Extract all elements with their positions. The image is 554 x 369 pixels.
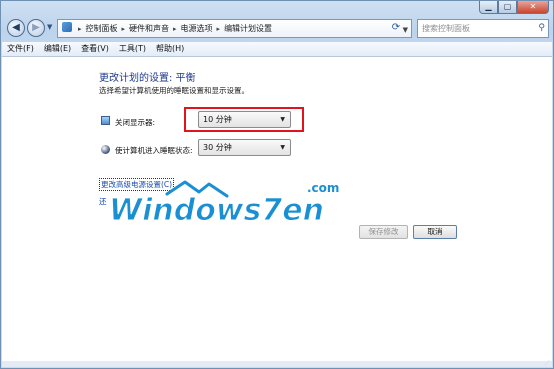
- search-icon[interactable]: ⚲: [538, 20, 545, 37]
- address-bar[interactable]: ▸ 控制面板 ▸ 硬件和声音 ▸ 电源选项 ▸ 编辑计划设置 ▼: [57, 19, 412, 38]
- chevron-right-icon: ▸: [121, 25, 126, 33]
- menu-tools[interactable]: 工具(T): [114, 42, 151, 56]
- page-subtitle: 选择希望计算机使用的睡眠设置和显示设置。: [99, 86, 249, 95]
- control-panel-window: ▁ ▢ ✕ ◀ ▶ ▼ ▸ 控制面板 ▸ 硬件和声音 ▸ 电源选项 ▸ 编辑计划设置 ▼ ⟳ …: [0, 0, 554, 369]
- content-pane: 更改计划的设置: 平衡 选择希望计算机使用的睡眠设置和显示设置。 关闭显示器: …: [2, 57, 552, 361]
- recent-pages-dropdown-icon[interactable]: ▼: [47, 23, 52, 31]
- sleep-select[interactable]: 30 分钟 ▼: [198, 139, 291, 156]
- back-button[interactable]: ◀: [7, 19, 25, 37]
- minimize-button[interactable]: ▁: [479, 1, 498, 14]
- control-panel-icon: [62, 22, 72, 32]
- breadcrumb-edit-plan-settings[interactable]: 编辑计划设置: [224, 24, 272, 33]
- chevron-right-icon: ▸: [78, 25, 82, 33]
- breadcrumb-hardware-sound[interactable]: 硬件和声音: [129, 24, 169, 33]
- breadcrumb-power-options[interactable]: 电源选项: [181, 24, 213, 33]
- menu-file[interactable]: 文件(F): [2, 42, 39, 56]
- breadcrumb-control-panel[interactable]: 控制面板: [86, 24, 118, 33]
- sleep-value: 30 分钟: [203, 143, 232, 152]
- dropdown-arrow-icon: ▼: [280, 144, 285, 151]
- forward-button[interactable]: ▶: [27, 19, 45, 37]
- save-changes-button[interactable]: 保存修改: [359, 225, 408, 239]
- status-bar: ⋰: [2, 360, 552, 367]
- menu-view[interactable]: 查看(V): [76, 42, 114, 56]
- chevron-right-icon: ▸: [173, 25, 177, 33]
- cancel-button[interactable]: 取消: [413, 225, 457, 239]
- search-placeholder: 搜索控制面板: [422, 24, 470, 33]
- watermark-domain: .com: [307, 181, 339, 195]
- refresh-icon[interactable]: ⟳: [387, 19, 405, 38]
- menu-bar: 文件(F) 编辑(E) 查看(V) 工具(T) 帮助(H): [2, 42, 552, 57]
- page-title: 更改计划的设置: 平衡: [99, 73, 196, 84]
- monitor-icon: [101, 116, 110, 125]
- turn-off-display-select[interactable]: 10 分钟 ▼: [198, 111, 291, 128]
- navigation-bar: ◀ ▶ ▼ ▸ 控制面板 ▸ 硬件和声音 ▸ 电源选项 ▸ 编辑计划设置 ▼ ⟳ 搜索控制面板…: [7, 18, 549, 40]
- maximize-button[interactable]: ▢: [498, 1, 517, 14]
- menu-edit[interactable]: 编辑(E): [39, 42, 76, 56]
- turn-off-display-value: 10 分钟: [203, 115, 232, 124]
- chevron-right-icon: ▸: [216, 25, 221, 33]
- turn-off-display-label: 关闭显示器:: [115, 118, 156, 127]
- dropdown-arrow-icon: ▼: [280, 116, 285, 123]
- close-button[interactable]: ✕: [517, 1, 549, 14]
- resize-grip-icon[interactable]: ⋰: [545, 360, 550, 366]
- sleep-icon: [101, 145, 110, 154]
- restore-defaults-link[interactable]: 还: [99, 196, 107, 207]
- sleep-label: 使计算机进入睡眠状态:: [115, 146, 193, 155]
- watermark-logo: Windows7en .com: [109, 180, 339, 229]
- search-input[interactable]: 搜索控制面板 ⚲: [417, 19, 549, 38]
- menu-help[interactable]: 帮助(H): [151, 42, 189, 56]
- window-caption-buttons: ▁ ▢ ✕: [479, 1, 549, 15]
- watermark-text: Windows7en: [109, 193, 324, 228]
